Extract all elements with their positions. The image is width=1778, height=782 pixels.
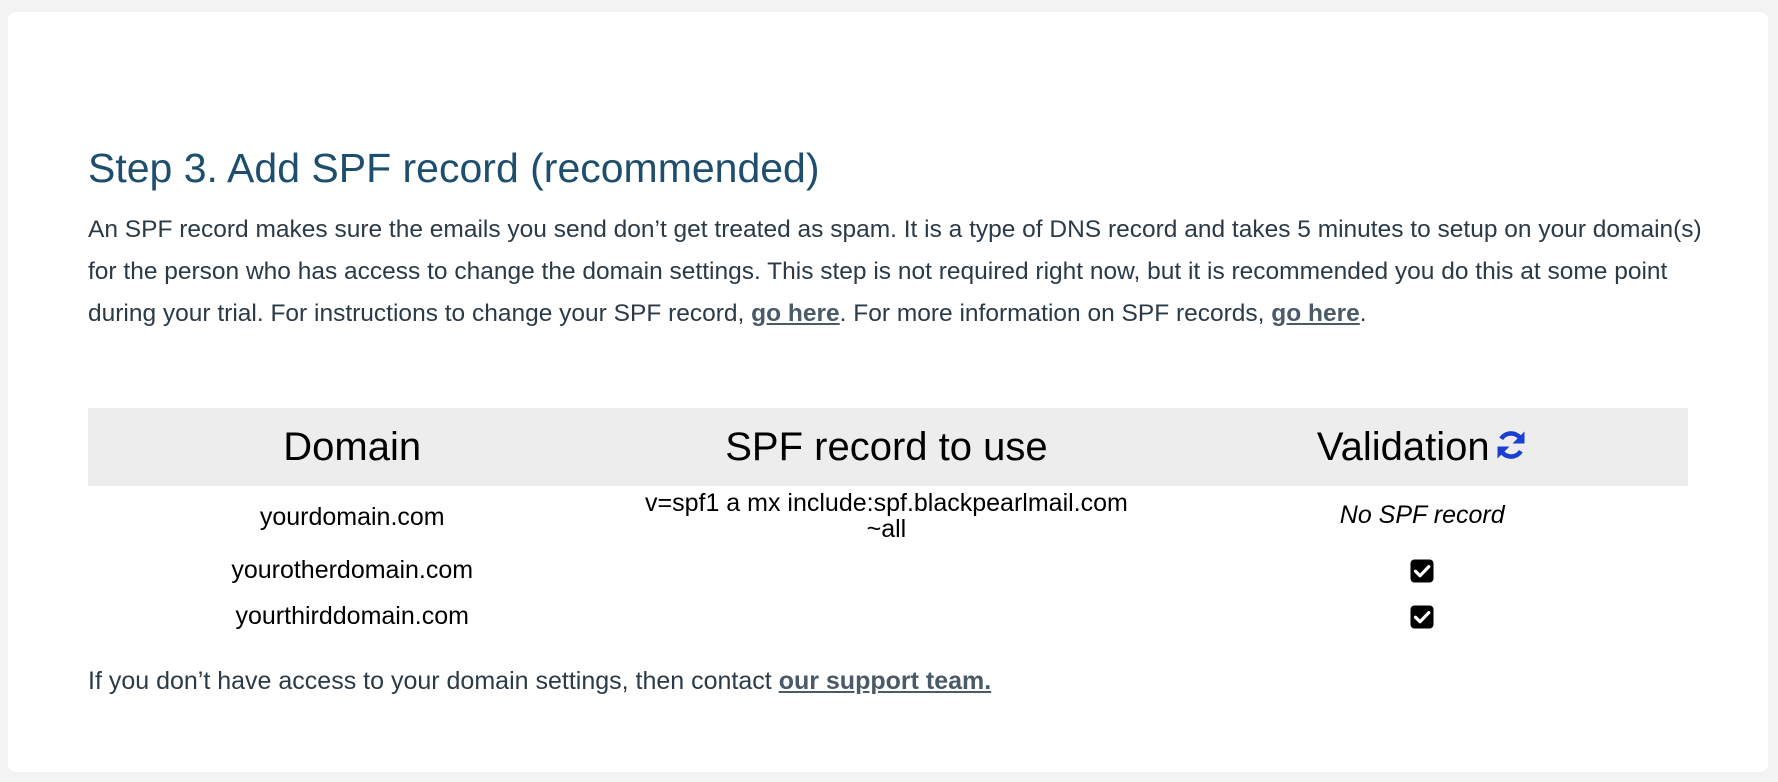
spf-record-cell: v=spf1 a mx include:spf.blackpearlmail.c…: [616, 486, 1156, 548]
header-row: Domain SPF record to use Validation: [88, 408, 1688, 486]
validation-cell: No SPF record: [1156, 486, 1688, 548]
intro-text-part2: . For more information on SPF records,: [839, 300, 1272, 327]
table-row: yourthirddomain.com: [88, 592, 1688, 640]
domain-cell: yourdomain.com: [259, 502, 445, 531]
spf-record-line-1: v=spf1 a mx include:spf.blackpearlmail.c…: [645, 489, 1128, 517]
support-note: If you don’t have access to your domain …: [88, 664, 991, 698]
validation-cell: [1156, 592, 1688, 640]
spf-table-header: Domain SPF record to use Validation: [88, 408, 1688, 486]
section-title: Step 3. Add SPF record (recommended): [88, 145, 820, 191]
spf-record-cell: [616, 592, 1156, 640]
spf-record-cell: [616, 548, 1156, 592]
support-team-link[interactable]: our support team.: [779, 667, 992, 695]
checkbox-checked-icon: [1410, 605, 1434, 629]
spf-column-header: SPF record to use: [725, 424, 1048, 469]
spf-record-value: v=spf1 a mx include:spf.blackpearlmail.c…: [616, 490, 1156, 542]
refresh-icon[interactable]: [1494, 427, 1528, 461]
table-row: yourdomain.com v=spf1 a mx include:spf.b…: [88, 486, 1688, 548]
spf-info-link[interactable]: go here: [1271, 300, 1360, 327]
checkbox-checked-icon: [1410, 559, 1434, 583]
intro-paragraph: An SPF record makes sure the emails you …: [88, 209, 1702, 335]
spf-table: Domain SPF record to use Validation your…: [88, 408, 1688, 640]
domain-cell: yourthirddomain.com: [235, 601, 469, 630]
domain-column-header: Domain: [283, 424, 422, 469]
spf-instructions-link[interactable]: go here: [751, 300, 840, 327]
validation-status-text: No SPF record: [1339, 500, 1505, 529]
domain-cell: yourotherdomain.com: [231, 555, 474, 584]
validation-column-header: Validation: [1156, 408, 1688, 486]
support-note-text: If you don’t have access to your domain …: [88, 667, 779, 695]
validation-cell: [1156, 548, 1688, 592]
validation-header-label: Validation: [1316, 424, 1490, 469]
intro-text-part3: .: [1359, 300, 1367, 327]
spf-setup-card: Step 3. Add SPF record (recommended) An …: [8, 12, 1768, 772]
table-row: yourotherdomain.com: [88, 548, 1688, 592]
spf-record-line-2: ~all: [866, 515, 907, 543]
